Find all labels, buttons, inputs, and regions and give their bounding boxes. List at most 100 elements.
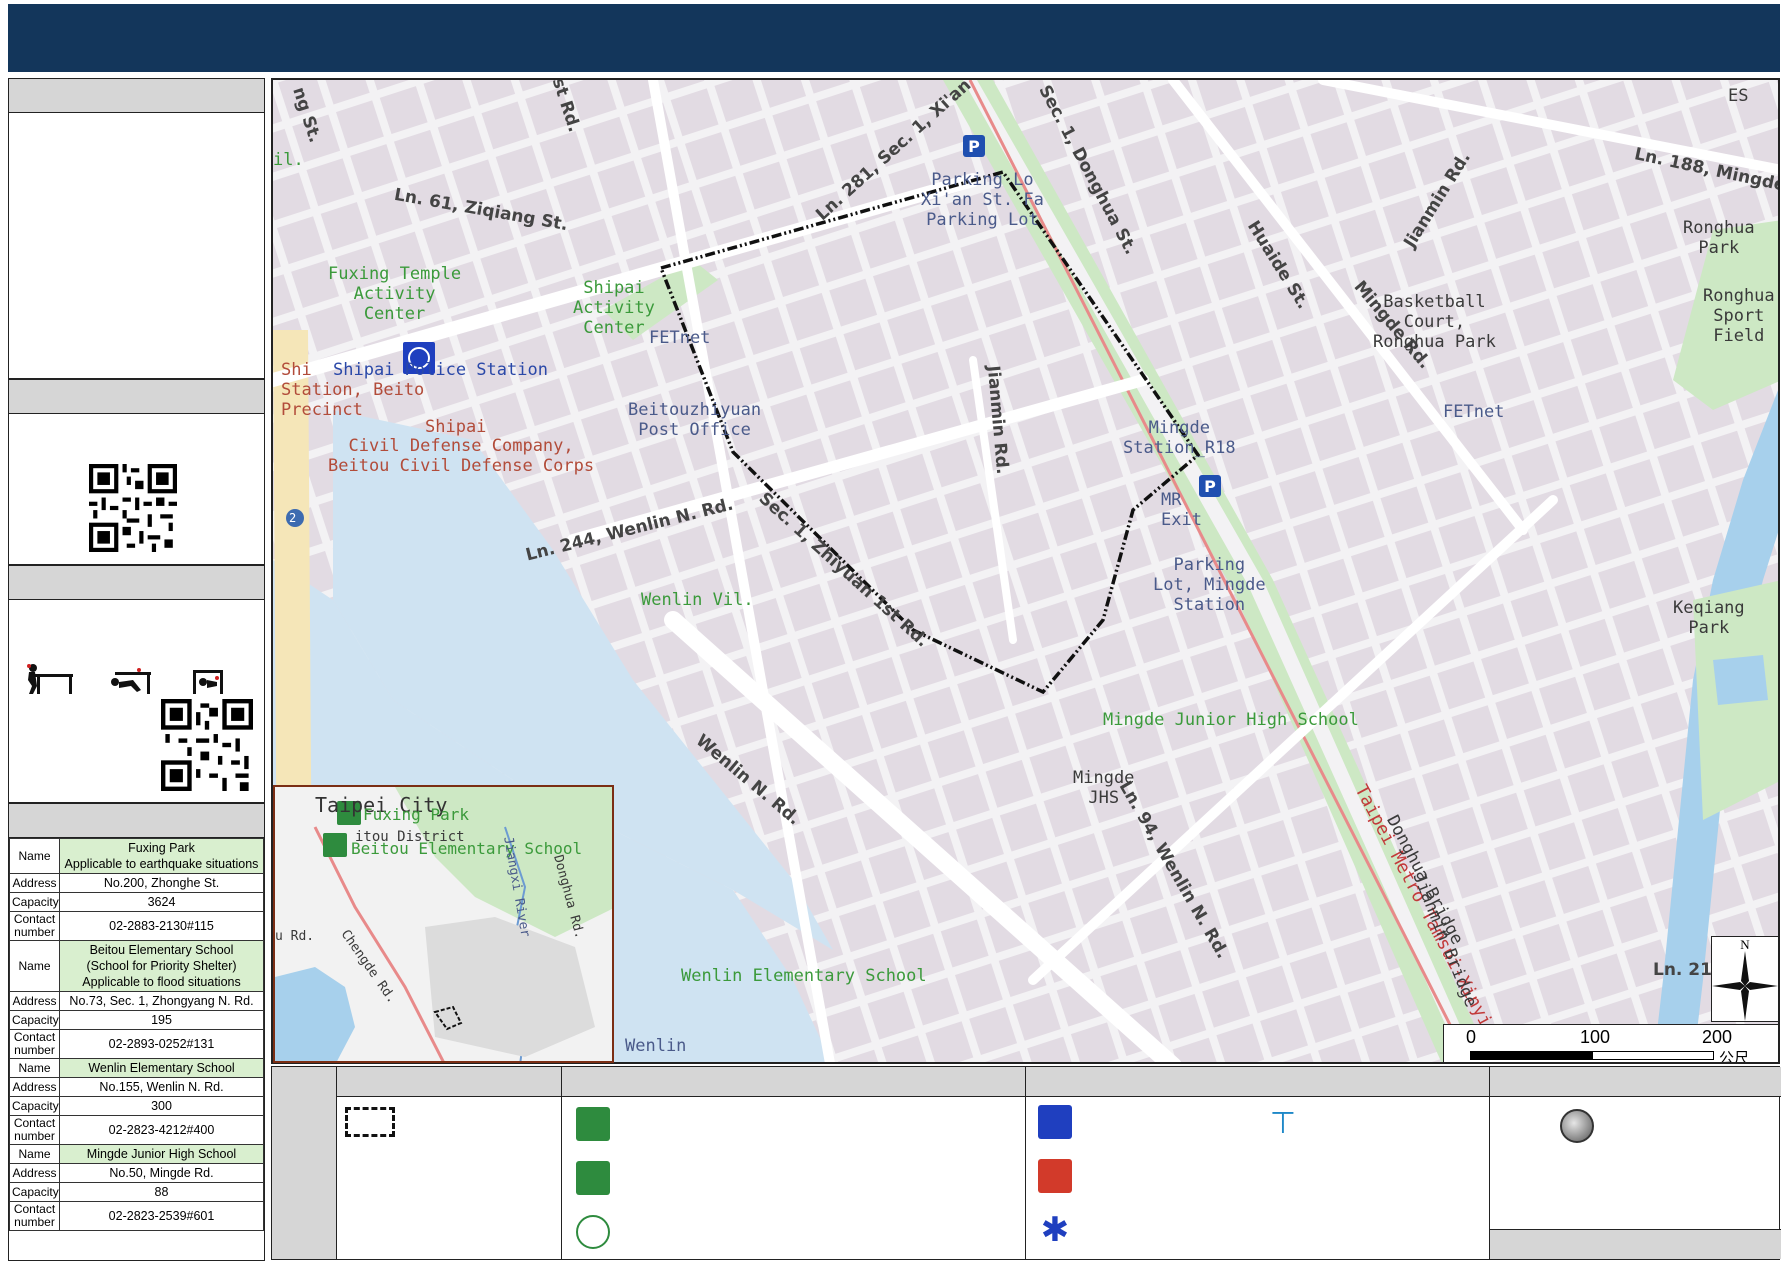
police-icon xyxy=(1038,1105,1072,1139)
north-arrow: N xyxy=(1711,936,1778,1022)
shelter-row: Contact number 02-2893-0252#131 xyxy=(9,1029,264,1059)
shelter-row: Address No.200, Zhonghe St. xyxy=(9,873,264,893)
shelter-field-value: Fuxing Park Applicable to earthquake sit… xyxy=(59,838,264,874)
shelter-row: Capacity 195 xyxy=(9,1010,264,1030)
safety-qr-code[interactable] xyxy=(161,699,253,791)
scale-bar: 0 100 200 公尺 xyxy=(1443,1024,1778,1064)
evacuation-icon xyxy=(576,1161,610,1195)
scale-tick-200: 200 xyxy=(1702,1027,1733,1047)
shelter-field-value: 02-2883-2130#115 xyxy=(59,911,264,941)
shelter-row: Name Beitou Elementary School (School for… xyxy=(9,940,264,992)
shelter-field-value: Wenlin Elementary School xyxy=(59,1058,264,1078)
info-panel-header xyxy=(9,79,264,113)
svg-text:P: P xyxy=(968,137,980,156)
shelter-row: Capacity 88 xyxy=(9,1182,264,1202)
shelter-field-value: No.200, Zhonghe St. xyxy=(59,873,264,893)
header-bar xyxy=(8,4,1780,72)
medical-icon: ✱ xyxy=(1040,1210,1070,1250)
legend-col-2 xyxy=(561,1067,1025,1259)
label-ronghua-park: Ronghua Park xyxy=(1683,218,1755,258)
label-keqiang-park: Keqiang Park xyxy=(1673,598,1745,638)
label-wenlin: Wenlin xyxy=(625,1036,687,1056)
shelter-field-key: Contact number xyxy=(9,1115,60,1145)
label-civil-defense: Civil Defense Company, Beitou Civil Defe… xyxy=(328,436,595,476)
shelter-field-value: No.73, Sec. 1, Zhongyang N. Rd. xyxy=(59,991,264,1011)
legend-col-4 xyxy=(1489,1067,1781,1259)
shelter-row: Capacity 3624 xyxy=(9,892,264,912)
shelter-field-value: No.155, Wenlin N. Rd. xyxy=(59,1077,264,1097)
shelter-field-value: No.50, Mingde Rd. xyxy=(59,1163,264,1183)
shelter-field-value: 88 xyxy=(59,1182,264,1202)
shelter-field-key: Contact number xyxy=(9,911,60,941)
label-fetnet-1: FETnet xyxy=(649,328,711,348)
shelter-field-key: Name xyxy=(9,838,60,874)
shelter-row: Name Fuxing Park Applicable to earthquake… xyxy=(9,838,264,874)
fire-station-icon xyxy=(1038,1159,1072,1193)
shelter-field-value: 3624 xyxy=(59,892,264,912)
shelter-field-key: Capacity xyxy=(9,1182,60,1202)
helicopter-icon: ⊤ xyxy=(1269,1106,1297,1141)
shelter-field-key: Capacity xyxy=(9,892,60,912)
shelter-row: Address No.155, Wenlin N. Rd. xyxy=(9,1077,264,1097)
label-fetnet-2: FETnet xyxy=(1443,402,1505,422)
inset-u-rd: u Rd. xyxy=(275,929,315,944)
shelter-field-value: 02-2823-2539#601 xyxy=(59,1201,264,1231)
drop-cover-hold-icons xyxy=(27,664,223,694)
shelter-field-key: Address xyxy=(9,991,60,1011)
shelter-field-key: Address xyxy=(9,1163,60,1183)
legend-panel: ✱ ⊤ xyxy=(271,1066,1781,1260)
shelter-row: Contact number 02-2883-2130#115 xyxy=(9,911,264,941)
qr-panel-header xyxy=(9,380,264,414)
svg-text:P: P xyxy=(1204,477,1216,496)
shelter-row: Address No.73, Sec. 1, Zhongyang N. Rd. xyxy=(9,991,264,1011)
info-panel xyxy=(8,78,265,379)
label-parking-mingde: Parking Lot, Mingde Station xyxy=(1153,555,1266,615)
shelter-field-value: 02-2823-4212#400 xyxy=(59,1115,264,1145)
shelter-table: Name Fuxing Park Applicable to earthquake… xyxy=(9,838,264,1231)
shelter-building-icon xyxy=(576,1107,610,1141)
legend-col-1 xyxy=(336,1067,561,1259)
label-basketball: Basketball Court, Ronghua Park xyxy=(1373,292,1496,352)
scale-unit: 公尺 xyxy=(1719,1050,1750,1064)
label-ln21: Ln. 21 xyxy=(1653,960,1712,980)
shelter-field-key: Contact number xyxy=(9,1029,60,1059)
shelter-field-key: Name xyxy=(9,1058,60,1078)
shelter-field-key: Name xyxy=(9,940,60,992)
shelter-field-key: Address xyxy=(9,873,60,893)
shelter-field-value: 02-2893-0252#131 xyxy=(59,1029,264,1059)
inset-map[interactable]: Taipei City Fuxing Park itou District Be… xyxy=(273,785,614,1063)
shelter-field-key: Name xyxy=(9,1144,60,1164)
reserve-shelter-icon xyxy=(576,1215,610,1249)
label-mrt-exit: MR Exit xyxy=(1161,490,1202,530)
label-wenlin-vil: Wenlin Vil. xyxy=(641,590,754,610)
legend-col-3: ✱ ⊤ xyxy=(1025,1067,1489,1259)
shelter-field-key: Address xyxy=(9,1077,60,1097)
scale-tick-100: 100 xyxy=(1580,1027,1611,1047)
safety-panel-header xyxy=(9,566,264,600)
shelter-field-value: Beitou Elementary School (School for Pri… xyxy=(59,940,264,992)
shelter-field-value: Mingde Junior High School xyxy=(59,1144,264,1164)
safety-panel xyxy=(8,565,265,803)
shelter-row: Name Wenlin Elementary School xyxy=(9,1058,264,1078)
shelter-field-key: Contact number xyxy=(9,1201,60,1231)
label-mingde-jhs-short: Mingde JHS xyxy=(1073,768,1135,808)
shelter-field-value: 300 xyxy=(59,1096,264,1116)
label-ronghua-sport: Ronghua Sport Field xyxy=(1703,286,1775,346)
shelter-row: Address No.50, Mingde Rd. xyxy=(9,1163,264,1183)
shelter-field-value: 195 xyxy=(59,1010,264,1030)
label-il: il. xyxy=(273,150,304,170)
scale-tick-0: 0 xyxy=(1466,1027,1477,1047)
qr-code[interactable] xyxy=(89,464,177,552)
label-mingde-jhs: Mingde Junior High School xyxy=(1103,710,1359,730)
legend-col-0 xyxy=(272,1067,336,1259)
label-es: ES xyxy=(1728,86,1749,106)
shelter-field-key: Capacity xyxy=(9,1010,60,1030)
shelter-panel-header xyxy=(9,804,264,838)
label-fuxing-temple: Fuxing Temple Activity Center xyxy=(328,264,462,324)
label-post-office: Beitouzhiyuan Post Office xyxy=(628,400,762,440)
label-mingde-station: Mingde Station_R18 xyxy=(1123,418,1236,458)
shelter-row: Contact number 02-2823-2539#601 xyxy=(9,1201,264,1231)
shelter-field-key: Capacity xyxy=(9,1096,60,1116)
shelter-row: Capacity 300 xyxy=(9,1096,264,1116)
highway-shield-label: 2 xyxy=(289,511,297,525)
